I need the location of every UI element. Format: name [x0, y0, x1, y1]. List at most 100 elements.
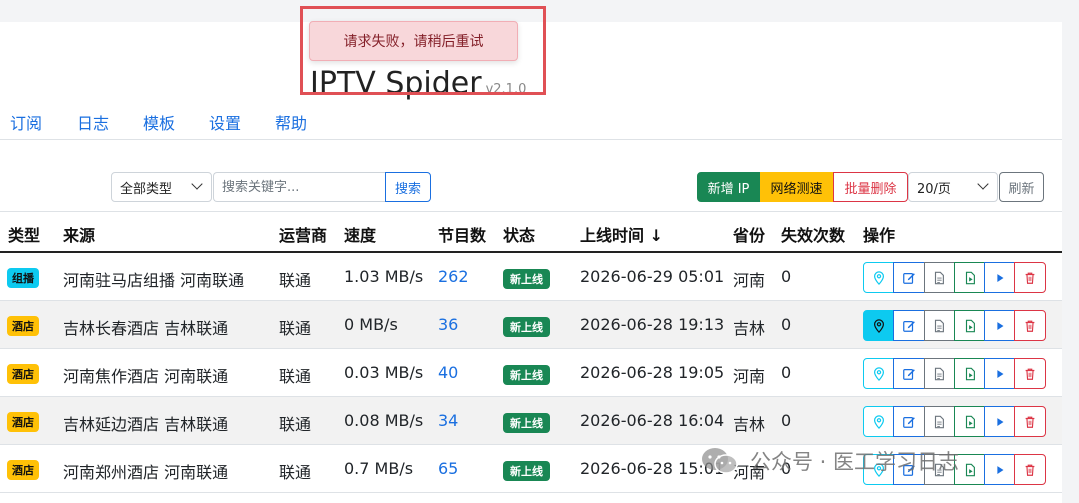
type-badge: 酒店: [7, 364, 39, 384]
status-badge: 新上线: [503, 365, 550, 385]
column-header: 操作: [863, 226, 896, 245]
delete-button[interactable]: [1014, 454, 1046, 485]
sort-online-time-header[interactable]: 上线时间 ↓: [580, 222, 663, 246]
toast-message: 请求失败，请稍后重试: [343, 34, 484, 50]
online-time-cell: 2026-06-29 05:01: [580, 267, 725, 286]
play-button[interactable]: [984, 454, 1016, 485]
locate-button[interactable]: [863, 358, 895, 389]
column-header: 运营商: [279, 226, 328, 245]
details-button[interactable]: [923, 262, 955, 293]
toolbar: 全部类型 搜索 新增 IP 网络测速 批量删除 20/页 刷新: [0, 172, 1062, 204]
nav-item-logs[interactable]: 日志: [77, 110, 109, 134]
location-pin-icon: [872, 318, 886, 333]
export-button[interactable]: [953, 406, 986, 437]
isp-cell: 联通: [279, 367, 312, 386]
search-button[interactable]: 搜索: [385, 172, 431, 202]
speed-cell: 1.03 MB/s: [344, 267, 424, 286]
edit-icon: [902, 319, 916, 333]
source-cell: 河南焦作酒店 河南联通: [63, 367, 229, 386]
delete-button[interactable]: [1014, 262, 1046, 293]
speed-cell: 0.7 MB/s: [344, 459, 414, 478]
delete-button[interactable]: [1014, 358, 1046, 389]
file-play-icon: [963, 271, 977, 285]
type-badge: 酒店: [7, 316, 39, 336]
isp-cell: 联通: [279, 463, 312, 482]
row-actions: [863, 358, 1051, 389]
program-count-link[interactable]: 262: [438, 267, 469, 286]
play-button[interactable]: [984, 358, 1016, 389]
speed-test-button[interactable]: 网络测速: [760, 172, 833, 202]
program-count-link[interactable]: 65: [438, 459, 458, 478]
delete-button[interactable]: [1014, 406, 1046, 437]
refresh-button[interactable]: 刷新: [999, 172, 1044, 202]
program-count-link[interactable]: 40: [438, 363, 458, 382]
type-filter-select[interactable]: 全部类型: [111, 172, 212, 202]
online-time-cell: 2026-06-28 19:05: [580, 363, 725, 382]
status-badge: 新上线: [503, 461, 550, 481]
delete-button[interactable]: [1014, 310, 1046, 341]
edit-icon: [902, 367, 916, 381]
locate-button[interactable]: [863, 310, 895, 341]
type-badge: 酒店: [7, 412, 39, 432]
chevron-down-icon: [191, 178, 203, 190]
details-button[interactable]: [923, 406, 955, 437]
batch-delete-button[interactable]: 批量删除: [833, 172, 908, 202]
search-input[interactable]: [213, 172, 386, 202]
nav-item-templates[interactable]: 模板: [143, 110, 175, 134]
table-row: 组播 河南驻马店组播 河南联通 联通 1.03 MB/s 262 新上线 2026-06-2…: [0, 253, 1062, 301]
error-toast: 请求失败，请稍后重试: [309, 21, 518, 61]
program-count-link[interactable]: 36: [438, 315, 458, 334]
edit-button[interactable]: [893, 406, 925, 437]
trash-icon: [1023, 367, 1037, 381]
table-row: 酒店 吉林长春酒店 吉林联通 联通 0 MB/s 36 新上线 2026-06-28 19:…: [0, 301, 1062, 349]
document-icon: [932, 415, 946, 429]
export-button[interactable]: [953, 262, 986, 293]
failure-count-cell: 0: [781, 411, 792, 430]
edit-button[interactable]: [893, 262, 925, 293]
trash-icon: [1023, 319, 1037, 333]
province-cell: 河南: [733, 367, 766, 386]
watermark-text: 公众号 · 医工学习日志: [750, 450, 960, 474]
status-badge: 新上线: [503, 269, 550, 289]
nav-item-subscribe[interactable]: 订阅: [10, 110, 42, 134]
details-button[interactable]: [923, 310, 955, 341]
play-icon: [993, 271, 1007, 285]
trash-icon: [1023, 271, 1037, 285]
nav-item-help[interactable]: 帮助: [275, 110, 307, 134]
location-pin-icon: [872, 414, 886, 429]
location-pin-icon: [872, 366, 886, 381]
document-icon: [932, 271, 946, 285]
page-size-select[interactable]: 20/页: [908, 172, 998, 202]
trash-icon: [1023, 415, 1037, 429]
table-row: 酒店 河南焦作酒店 河南联通 联通 0.03 MB/s 40 新上线 2026-06-28 …: [0, 349, 1062, 397]
province-cell: 吉林: [733, 319, 766, 338]
nav-item-settings[interactable]: 设置: [209, 110, 241, 134]
table-row: 酒店 吉林延边酒店 吉林联通 联通 0.08 MB/s 34 新上线 2026-06-28 …: [0, 397, 1062, 445]
row-actions: [863, 262, 1051, 293]
type-badge: 组播: [7, 268, 39, 288]
wechat-icon: [702, 448, 738, 474]
document-icon: [932, 367, 946, 381]
edit-button[interactable]: [893, 358, 925, 389]
play-button[interactable]: [984, 310, 1016, 341]
edit-button[interactable]: [893, 310, 925, 341]
failure-count-cell: 0: [781, 267, 792, 286]
export-button[interactable]: [953, 310, 986, 341]
document-icon: [932, 319, 946, 333]
edit-icon: [902, 415, 916, 429]
locate-button[interactable]: [863, 406, 895, 437]
table-header: 类型 来源 运营商 速度 节目数 状态 上线时间 ↓ 省份 失效次数 操作: [0, 211, 1062, 253]
add-ip-button[interactable]: 新增 IP: [697, 172, 760, 202]
play-button[interactable]: [984, 406, 1016, 437]
isp-cell: 联通: [279, 319, 312, 338]
program-count-link[interactable]: 34: [438, 411, 458, 430]
details-button[interactable]: [923, 358, 955, 389]
export-button[interactable]: [953, 358, 986, 389]
speed-cell: 0.08 MB/s: [344, 411, 424, 430]
play-button[interactable]: [984, 262, 1016, 293]
province-cell: 吉林: [733, 415, 766, 434]
column-header: 状态: [503, 226, 536, 245]
file-play-icon: [963, 367, 977, 381]
location-pin-icon: [872, 270, 886, 285]
locate-button[interactable]: [863, 262, 895, 293]
